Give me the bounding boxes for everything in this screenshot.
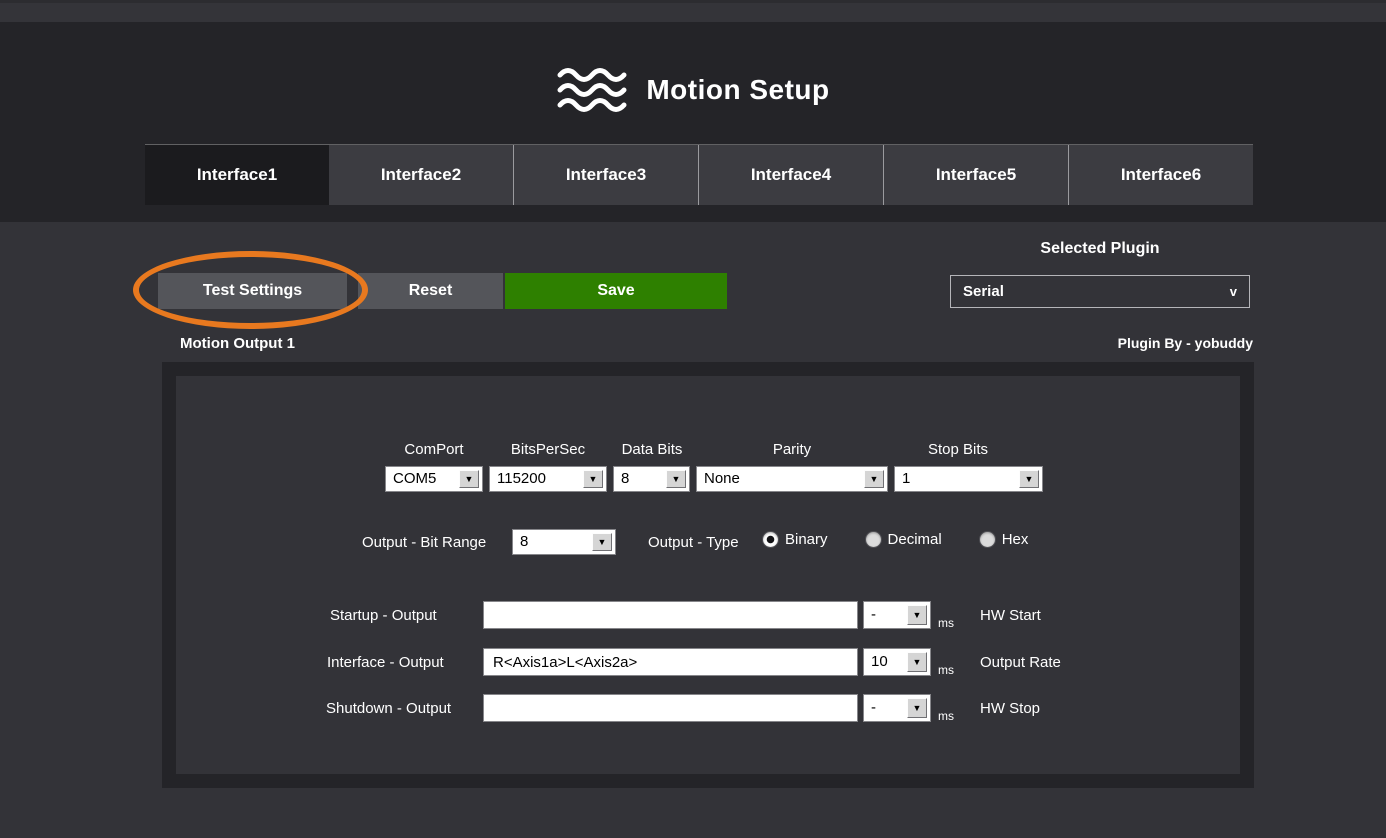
dropdown-arrow-icon[interactable]: ▼	[583, 470, 603, 488]
parity-value: None	[704, 467, 861, 491]
decimal-radio-label: Decimal	[888, 531, 942, 548]
page-title: Motion Setup	[646, 74, 829, 106]
shutdown-output-input[interactable]	[483, 694, 858, 722]
plugin-credit: Plugin By - yobuddy	[1118, 335, 1253, 351]
tab-interface5[interactable]: Interface5	[883, 145, 1068, 205]
chevron-down-icon: v	[1230, 284, 1237, 299]
shutdown-rate-select[interactable]: - ▼	[863, 694, 931, 722]
selected-plugin-label: Selected Plugin	[950, 240, 1250, 258]
bit-range-label: Output - Bit Range	[362, 534, 486, 551]
bit-range-value: 8	[520, 530, 589, 554]
tab-interface6[interactable]: Interface6	[1068, 145, 1253, 205]
output-type-label: Output - Type	[648, 534, 739, 551]
tab-interface2[interactable]: Interface2	[329, 145, 513, 205]
dropdown-arrow-icon[interactable]: ▼	[907, 605, 927, 625]
hw-stop-label: HW Stop	[980, 700, 1040, 717]
interface-rate-value: 10	[871, 649, 904, 675]
databits-label: Data Bits	[622, 441, 683, 458]
dropdown-arrow-icon[interactable]: ▼	[907, 652, 927, 672]
interface-rate-select[interactable]: 10 ▼	[863, 648, 931, 676]
dropdown-arrow-icon[interactable]: ▼	[666, 470, 686, 488]
interface-ms-label: ms	[938, 663, 954, 677]
plugin-select[interactable]: Serial v	[950, 275, 1250, 308]
tab-interface1[interactable]: Interface1	[145, 145, 329, 205]
binary-radio-label: Binary	[785, 531, 828, 548]
parity-select[interactable]: None ▼	[696, 466, 888, 492]
interface-output-label: Interface - Output	[327, 654, 444, 671]
startup-output-label: Startup - Output	[330, 607, 437, 624]
app-header: Motion Setup	[0, 60, 1386, 120]
test-settings-button[interactable]: Test Settings	[158, 273, 347, 309]
output-type-radio-group: Binary Decimal Hex	[763, 531, 1028, 548]
bitspersec-select[interactable]: 115200 ▼	[489, 466, 607, 492]
startup-output-input[interactable]	[483, 601, 858, 629]
shutdown-output-label: Shutdown - Output	[326, 700, 451, 717]
dropdown-arrow-icon[interactable]: ▼	[592, 533, 612, 551]
dropdown-arrow-icon[interactable]: ▼	[1019, 470, 1039, 488]
shutdown-ms-label: ms	[938, 709, 954, 723]
databits-value: 8	[621, 467, 663, 491]
stopbits-label: Stop Bits	[928, 441, 988, 458]
dropdown-arrow-icon[interactable]: ▼	[907, 698, 927, 718]
binary-radio[interactable]	[763, 532, 778, 547]
hex-radio-label: Hex	[1002, 531, 1029, 548]
save-button[interactable]: Save	[505, 273, 727, 309]
output-rate-label: Output Rate	[980, 654, 1061, 671]
tab-interface3[interactable]: Interface3	[513, 145, 698, 205]
decimal-radio[interactable]	[866, 532, 881, 547]
comport-value: COM5	[393, 467, 456, 491]
tab-interface4[interactable]: Interface4	[698, 145, 883, 205]
motion-output-title: Motion Output 1	[180, 335, 295, 352]
bitspersec-value: 115200	[497, 467, 580, 491]
startup-rate-value: -	[871, 602, 904, 628]
hw-start-label: HW Start	[980, 607, 1041, 624]
comport-label: ComPort	[404, 441, 463, 458]
startup-rate-select[interactable]: - ▼	[863, 601, 931, 629]
stopbits-select[interactable]: 1 ▼	[894, 466, 1043, 492]
parity-label: Parity	[773, 441, 811, 458]
bitspersec-label: BitsPerSec	[511, 441, 585, 458]
hex-radio[interactable]	[980, 532, 995, 547]
plugin-select-value: Serial	[963, 283, 1004, 300]
comport-select[interactable]: COM5 ▼	[385, 466, 483, 492]
interface-output-input[interactable]	[483, 648, 858, 676]
stopbits-value: 1	[902, 467, 1016, 491]
motion-setup-window: Motion Setup Interface1 Interface2 Inter…	[0, 0, 1386, 838]
window-top-strip	[0, 0, 1386, 22]
motion-output-panel: ComPort BitsPerSec Data Bits Parity Stop…	[162, 362, 1254, 788]
dropdown-arrow-icon[interactable]: ▼	[459, 470, 479, 488]
databits-select[interactable]: 8 ▼	[613, 466, 690, 492]
dropdown-arrow-icon[interactable]: ▼	[864, 470, 884, 488]
waves-icon	[556, 65, 628, 115]
interface-tabs: Interface1 Interface2 Interface3 Interfa…	[145, 144, 1253, 205]
shutdown-rate-value: -	[871, 695, 904, 721]
reset-button[interactable]: Reset	[358, 273, 503, 309]
bit-range-select[interactable]: 8 ▼	[512, 529, 616, 555]
startup-ms-label: ms	[938, 616, 954, 630]
